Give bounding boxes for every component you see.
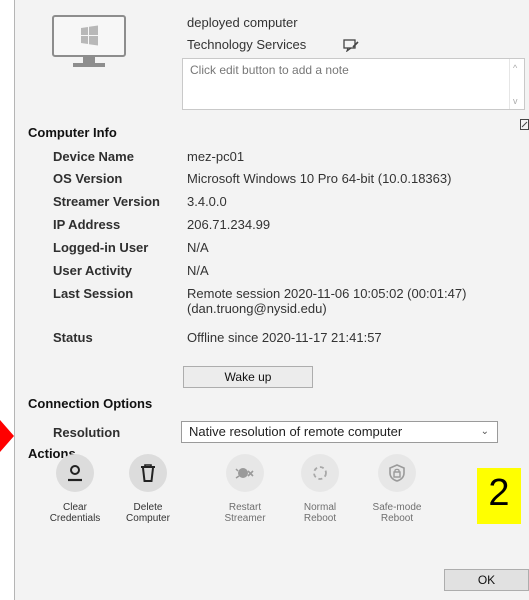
action-label-line1: Delete <box>133 502 163 513</box>
edit-note-icon[interactable] <box>520 119 529 130</box>
annotation-number: 2 <box>488 472 510 514</box>
wake-up-button[interactable]: Wake up <box>183 366 313 388</box>
device-name-value: mez-pc01 <box>187 149 245 164</box>
os-version-label: OS Version <box>53 171 123 186</box>
shield-lock-icon <box>378 454 416 492</box>
red-arrow-marker <box>0 420 14 452</box>
computer-info-heading: Computer Info <box>28 125 117 140</box>
action-label-line1: Safe-mode <box>372 502 422 513</box>
status-label: Status <box>53 330 93 345</box>
device-name-label: Device Name <box>53 149 134 164</box>
action-label-line1: Clear <box>63 502 87 513</box>
resolution-label: Resolution <box>53 425 121 440</box>
trash-icon <box>129 454 167 492</box>
os-version-value: Microsoft Windows 10 Pro 64-bit (10.0.18… <box>187 171 452 186</box>
streamer-version-label: Streamer Version <box>53 194 160 209</box>
safe-mode-reboot-button[interactable]: Safe-mode Reboot <box>362 454 432 524</box>
user-activity-value: N/A <box>187 263 209 278</box>
user-icon <box>56 454 94 492</box>
device-rename-icon[interactable] <box>343 38 359 52</box>
action-label-line2: Computer <box>126 513 170 524</box>
logged-in-user-value: N/A <box>187 240 209 255</box>
ip-address-value: 206.71.234.99 <box>187 217 271 232</box>
ip-address-label: IP Address <box>53 217 121 232</box>
normal-reboot-button[interactable]: Normal Reboot <box>285 454 355 524</box>
action-label-line1: Restart <box>228 502 262 513</box>
connection-options-heading: Connection Options <box>28 396 153 411</box>
action-label-line2: Reboot <box>303 513 337 524</box>
user-activity-label: User Activity <box>53 263 132 278</box>
note-scrollbar[interactable]: ^ v <box>509 59 524 109</box>
action-label-line2: Reboot <box>380 513 414 524</box>
chevron-down-icon: ⌄ <box>480 426 489 437</box>
device-group: Technology Services <box>187 37 307 52</box>
note-textarea[interactable]: Click edit button to add a note ^ v <box>182 58 525 110</box>
computer-monitor-icon <box>52 15 126 67</box>
ok-button[interactable]: OK <box>444 569 529 591</box>
clear-credentials-button[interactable]: Clear Credentials <box>40 454 110 524</box>
last-session-value: Remote session 2020-11-06 10:05:02 (00:0… <box>187 286 467 301</box>
restart-streamer-icon <box>226 454 264 492</box>
reboot-icon <box>301 454 339 492</box>
last-session-user: (dan.truong@nysid.edu) <box>187 301 327 316</box>
note-placeholder: Click edit button to add a note <box>190 63 349 77</box>
status-value: Offline since 2020-11-17 21:41:57 <box>187 330 382 345</box>
restart-streamer-button[interactable]: Restart Streamer <box>210 454 280 524</box>
action-label-line2: Credentials <box>49 513 101 524</box>
action-label-line2: Streamer <box>224 513 266 524</box>
streamer-version-value: 3.4.0.0 <box>187 194 227 209</box>
device-description: deployed computer <box>187 15 298 30</box>
resolution-selected-value: Native resolution of remote computer <box>189 424 403 439</box>
action-label-line1: Normal <box>303 502 337 513</box>
last-session-label: Last Session <box>53 286 134 301</box>
resolution-select[interactable]: Native resolution of remote computer ⌄ <box>181 421 498 443</box>
delete-computer-button[interactable]: Delete Computer <box>113 454 183 524</box>
scroll-down-icon[interactable]: v <box>513 96 518 106</box>
logged-in-user-label: Logged-in User <box>53 240 149 255</box>
annotation-number-badge: 2 <box>477 468 521 524</box>
scroll-up-icon[interactable]: ^ <box>513 63 517 73</box>
